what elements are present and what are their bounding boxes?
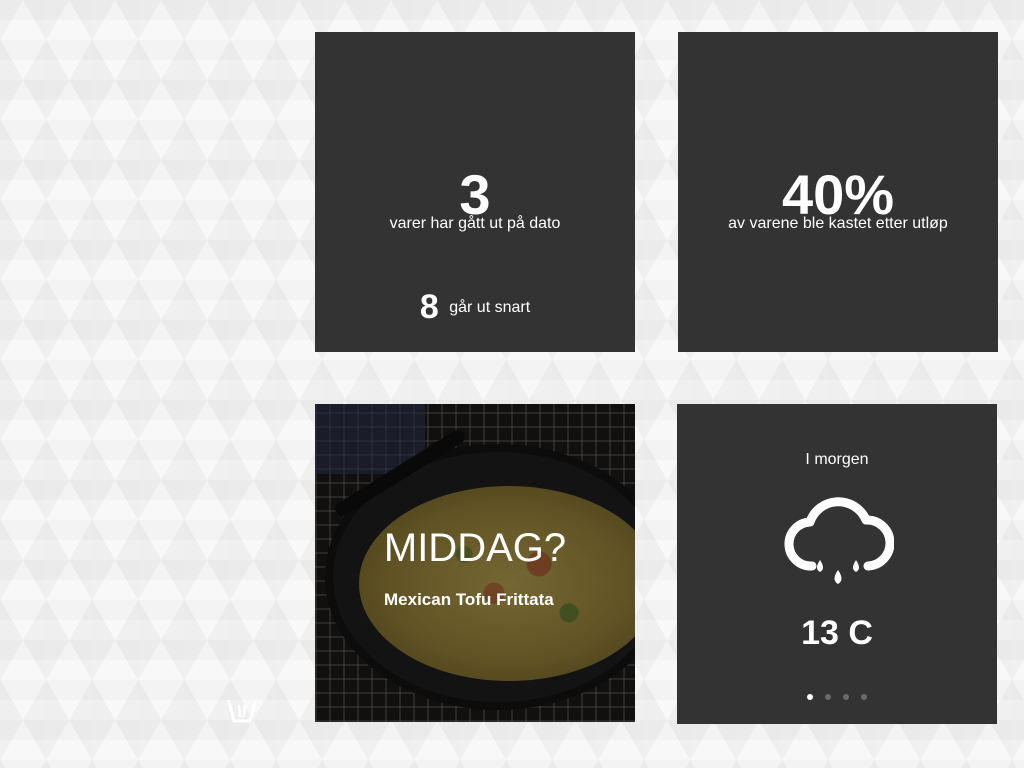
carousel-dots xyxy=(677,694,997,700)
expiring-soon: 8 går ut snart xyxy=(315,288,635,327)
carousel-dot-3[interactable] xyxy=(843,694,849,700)
expiring-soon-count: 8 xyxy=(419,288,439,326)
carousel-dot-2[interactable] xyxy=(825,694,831,700)
carousel-dot-1[interactable] xyxy=(807,694,813,700)
expired-caption: varer har gått ut på dato xyxy=(389,215,561,232)
trash-can-icon xyxy=(227,699,257,723)
weather-tile[interactable]: I morgen 13 C xyxy=(677,404,997,724)
recipe-title[interactable]: Mexican Tofu Frittata xyxy=(384,590,554,610)
expiring-soon-label: går ut snart xyxy=(449,298,531,316)
dinner-headline: MIDDAG? xyxy=(383,526,567,570)
rain-cloud-icon xyxy=(784,497,894,584)
expired-items-tile[interactable]: 3 varer har gått ut på dato 8 går ut sna… xyxy=(315,32,635,352)
carousel-dot-4[interactable] xyxy=(861,694,867,700)
forecast-temperature: 13 C xyxy=(801,614,873,652)
waste-caption: av varene ble kastet etter utløp xyxy=(728,215,948,232)
dinner-suggestion-tile[interactable]: MIDDAG? Mexican Tofu Frittata xyxy=(315,404,635,722)
forecast-day: I morgen xyxy=(805,451,869,468)
waste-percentage-tile[interactable]: 40% av varene ble kastet etter utløp xyxy=(678,32,998,352)
